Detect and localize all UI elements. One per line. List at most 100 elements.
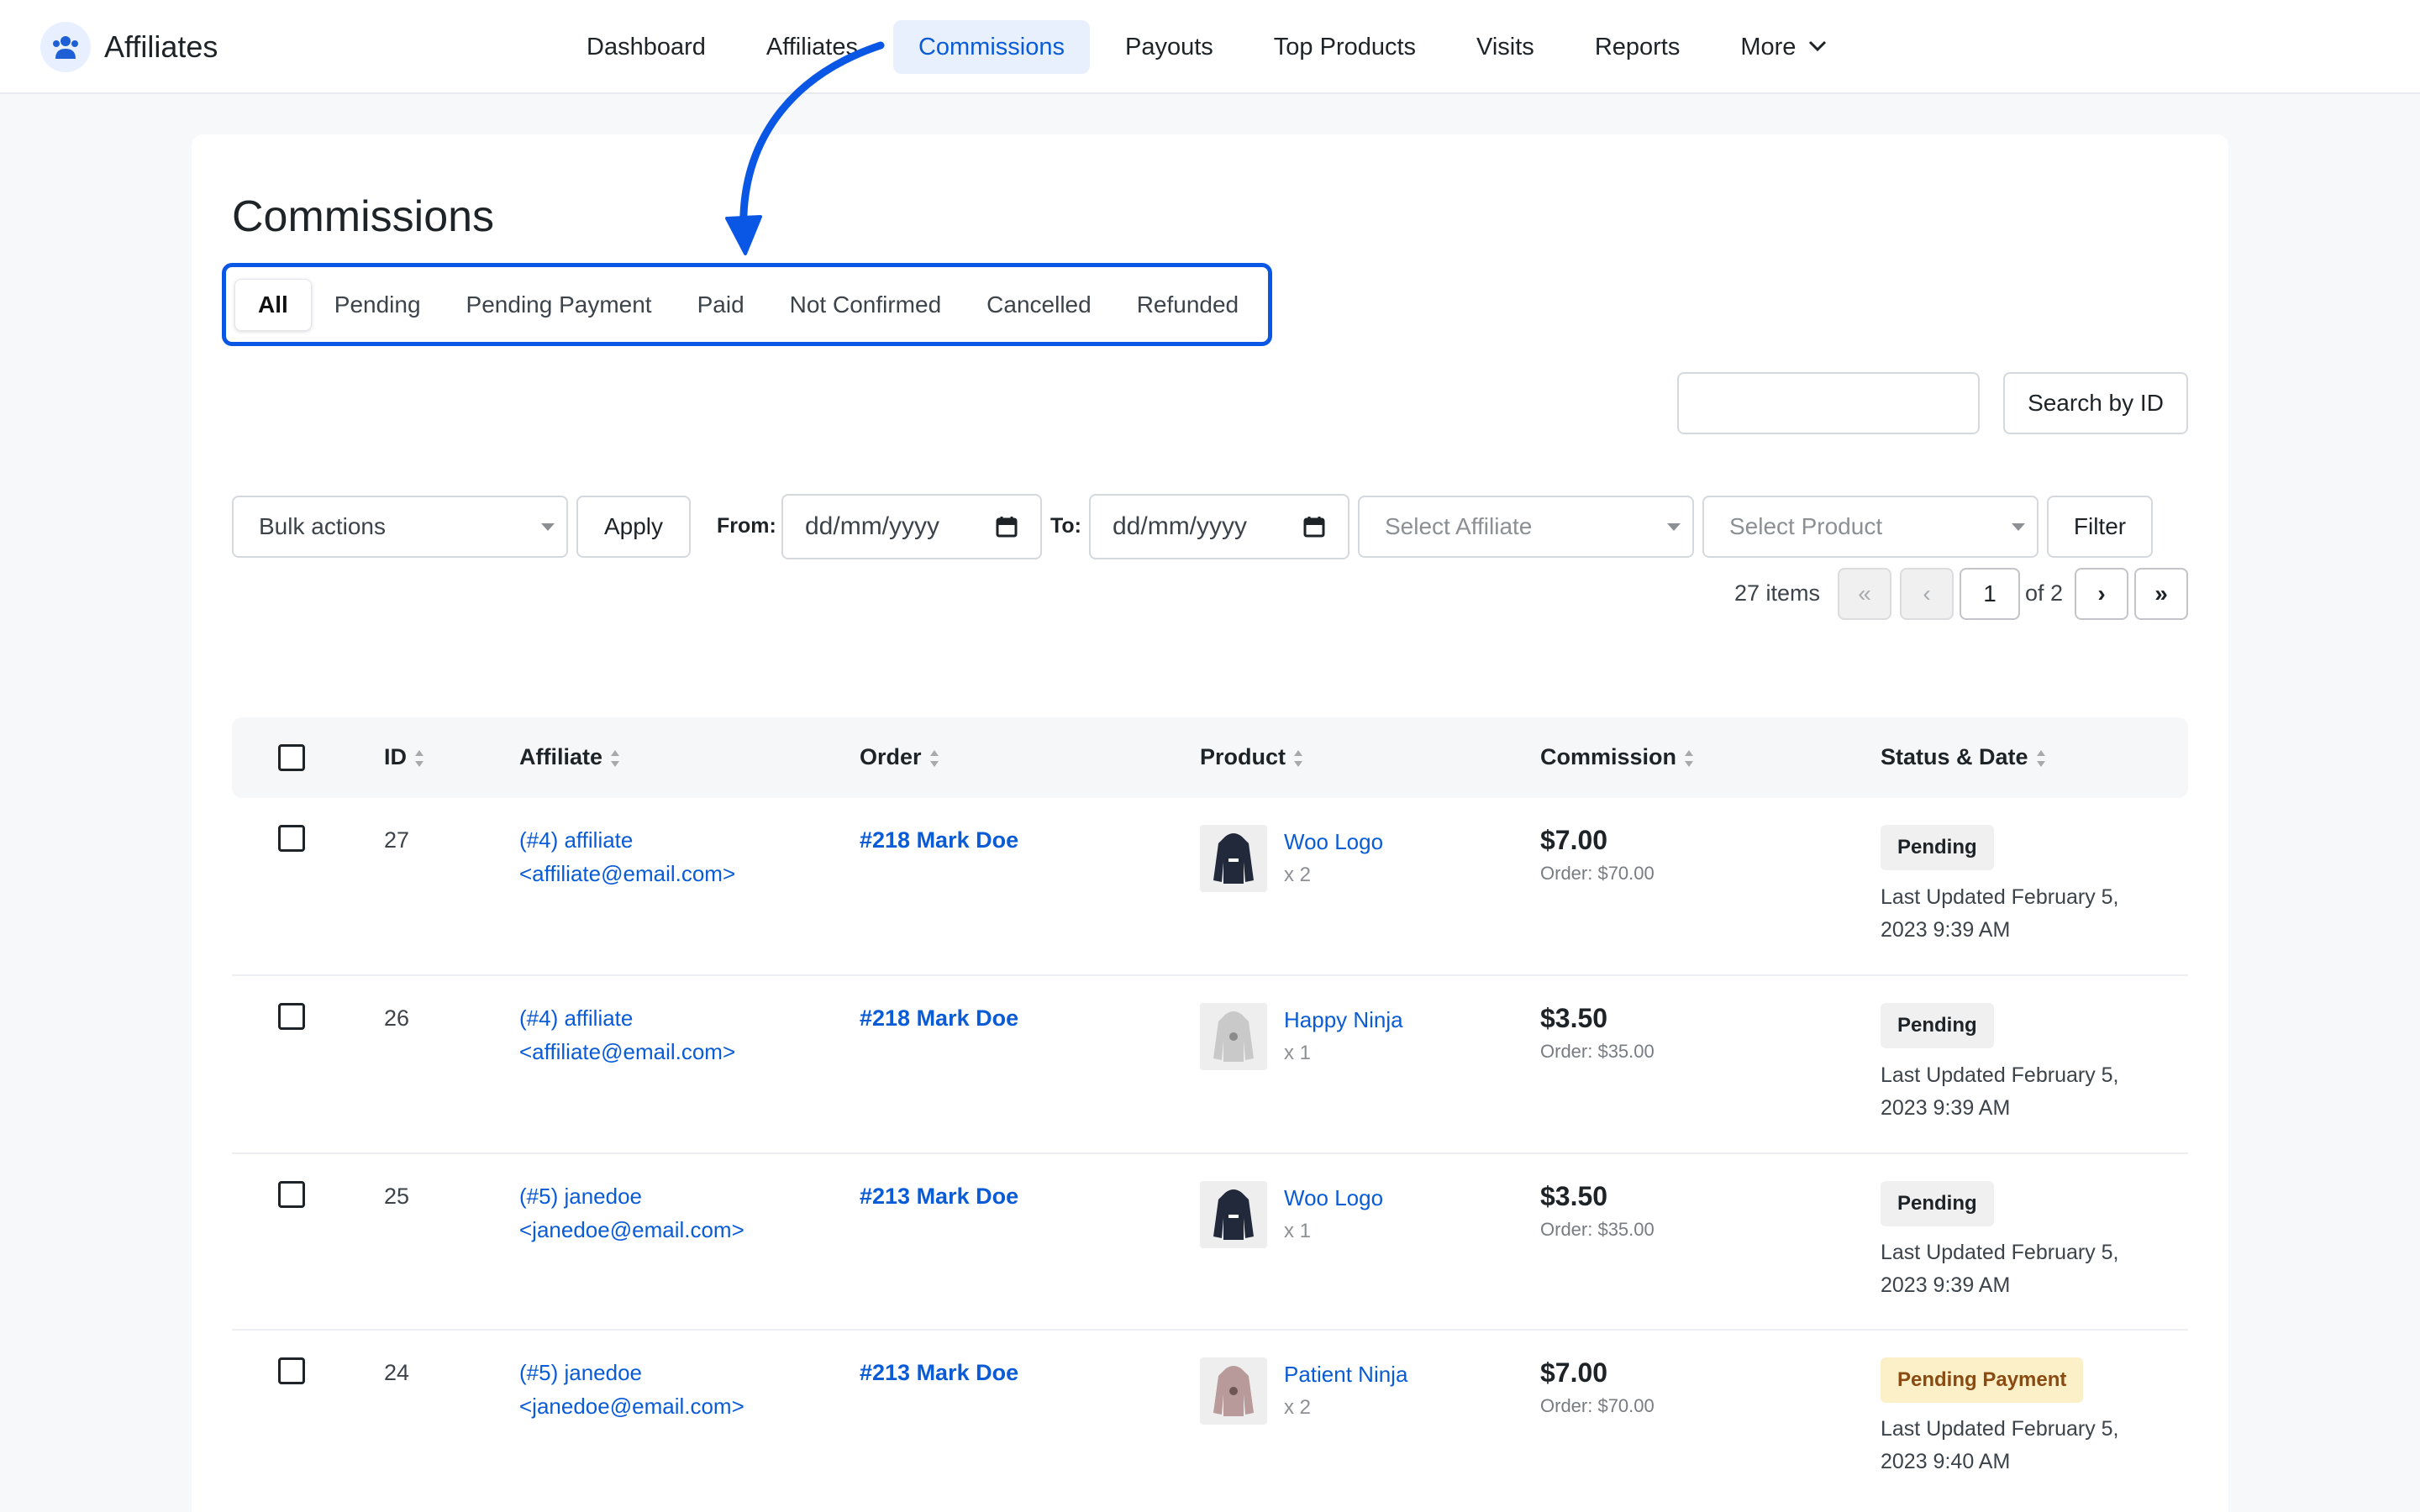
order-link[interactable]: #213 Mark Doe (860, 1356, 1018, 1389)
affiliate-link[interactable]: (#5) janedoe <janedoe@email.com> (519, 1179, 744, 1247)
first-page-button[interactable]: « (1838, 568, 1891, 620)
sort-icon (1685, 749, 1694, 767)
commission-amount: $7.00 (1540, 825, 1608, 855)
nav-commissions[interactable]: Commissions (892, 20, 1090, 74)
row-id: 27 (384, 827, 410, 853)
header-status-date[interactable]: Status & Date (1881, 744, 2047, 770)
last-updated-line2: 2023 9:39 AM (1881, 918, 2011, 942)
nav-more[interactable]: More (1715, 20, 1851, 74)
caret-down-icon (2012, 523, 2025, 531)
row-checkbox[interactable] (278, 1357, 305, 1384)
select-all-checkbox[interactable] (278, 744, 305, 771)
select-product-dropdown[interactable]: Select Product (1702, 496, 2039, 558)
app-title: Affiliates (104, 29, 218, 64)
header-affiliate-label: Affiliate (519, 744, 603, 769)
row-checkbox[interactable] (278, 1181, 305, 1208)
product-link[interactable]: Woo Logo (1284, 825, 1383, 858)
product-qty: x 1 (1284, 1042, 1312, 1064)
bulk-actions-select[interactable]: Bulk actions (232, 496, 568, 558)
order-link[interactable]: #218 Mark Doe (860, 1001, 1018, 1035)
nav-top-products[interactable]: Top Products (1249, 20, 1441, 74)
last-updated: Last Updated February 5, 2023 9:39 AM (1881, 1236, 2119, 1302)
chevron-down-icon (1808, 41, 1826, 52)
tab-not-confirmed[interactable]: Not Confirmed (767, 280, 965, 330)
last-page-button[interactable]: » (2134, 568, 2188, 620)
product-thumbnail[interactable] (1200, 825, 1267, 892)
next-page-button[interactable]: › (2075, 568, 2128, 620)
row-divider (232, 1329, 2188, 1331)
product-link[interactable]: Woo Logo (1284, 1181, 1383, 1215)
product-thumbnail[interactable] (1200, 1181, 1267, 1248)
order-total: Order: $35.00 (1540, 1219, 1655, 1240)
order-total: Order: $70.00 (1540, 1395, 1655, 1416)
search-by-id-button[interactable]: Search by ID (2003, 372, 2188, 434)
row-checkbox[interactable] (278, 1003, 305, 1030)
tab-refunded[interactable]: Refunded (1114, 280, 1261, 330)
sort-icon (1294, 749, 1303, 767)
nav-more-label: More (1740, 34, 1797, 60)
product-info: Patient Ninja x 2 (1284, 1357, 1407, 1425)
affiliate-email: <janedoe@email.com> (519, 1394, 744, 1419)
last-updated: Last Updated February 5, 2023 9:40 AM (1881, 1413, 2119, 1478)
apply-button[interactable]: Apply (576, 496, 691, 558)
header-affiliate[interactable]: Affiliate (519, 744, 621, 770)
product-info: Happy Ninja x 1 (1284, 1003, 1403, 1070)
status-badge: Pending (1881, 825, 1994, 870)
product-info: Woo Logo x 1 (1284, 1181, 1383, 1248)
affiliate-name: (#5) janedoe (519, 1184, 642, 1209)
select-product-placeholder: Select Product (1729, 513, 1883, 539)
filter-button[interactable]: Filter (2047, 496, 2153, 558)
to-date-input[interactable]: dd/mm/yyyy (1089, 494, 1349, 559)
last-updated-line2: 2023 9:40 AM (1881, 1450, 2011, 1473)
from-label: From: (717, 514, 776, 538)
search-id-input[interactable] (1677, 372, 1980, 434)
nav-visits[interactable]: Visits (1451, 20, 1560, 74)
nav-reports[interactable]: Reports (1570, 20, 1706, 74)
prev-page-button[interactable]: ‹ (1900, 568, 1954, 620)
product-link[interactable]: Patient Ninja (1284, 1357, 1407, 1391)
affiliate-email: <affiliate@email.com> (519, 861, 736, 886)
affiliate-link[interactable]: (#5) janedoe <janedoe@email.com> (519, 1356, 744, 1423)
affiliate-link[interactable]: (#4) affiliate <affiliate@email.com> (519, 1001, 735, 1068)
main-nav: Dashboard Affiliates Commissions Payouts… (561, 20, 1862, 74)
row-checkbox[interactable] (278, 825, 305, 852)
product-info: Woo Logo x 2 (1284, 825, 1383, 892)
row-id: 26 (384, 1005, 410, 1031)
order-link[interactable]: #218 Mark Doe (860, 823, 1018, 857)
product-qty: x 1 (1284, 1220, 1312, 1242)
product-qty: x 2 (1284, 864, 1312, 886)
commission-cell: $7.00 Order: $70.00 (1540, 1356, 1655, 1423)
order-total: Order: $70.00 (1540, 863, 1655, 884)
commission-cell: $3.50 Order: $35.00 (1540, 1179, 1655, 1247)
nav-affiliates[interactable]: Affiliates (741, 20, 883, 74)
header-id[interactable]: ID (384, 744, 425, 770)
tab-paid[interactable]: Paid (675, 280, 767, 330)
product-thumbnail[interactable] (1200, 1003, 1267, 1070)
header-commission[interactable]: Commission (1540, 744, 1695, 770)
from-date-input[interactable]: dd/mm/yyyy (781, 494, 1042, 559)
tab-cancelled[interactable]: Cancelled (964, 280, 1114, 330)
affiliate-name: (#5) janedoe (519, 1360, 642, 1385)
brand[interactable]: Affiliates (40, 22, 218, 72)
product-link[interactable]: Happy Ninja (1284, 1003, 1403, 1037)
product-thumbnail[interactable] (1200, 1357, 1267, 1425)
header-product[interactable]: Product (1200, 744, 1304, 770)
sort-icon (2036, 749, 2045, 767)
row-divider (232, 1152, 2188, 1154)
header-order[interactable]: Order (860, 744, 940, 770)
affiliate-link[interactable]: (#4) affiliate <affiliate@email.com> (519, 823, 735, 890)
header-status-date-label: Status & Date (1881, 744, 2028, 769)
tab-pending-payment[interactable]: Pending Payment (444, 280, 675, 330)
last-updated-line1: Last Updated February 5, (1881, 1417, 2119, 1441)
row-id: 25 (384, 1184, 410, 1209)
tab-all[interactable]: All (234, 278, 312, 331)
select-affiliate-placeholder: Select Affiliate (1385, 513, 1533, 539)
order-link[interactable]: #213 Mark Doe (860, 1179, 1018, 1213)
select-affiliate-dropdown[interactable]: Select Affiliate (1358, 496, 1694, 558)
tab-pending[interactable]: Pending (312, 280, 444, 330)
page-total: of 2 (2025, 580, 2064, 606)
current-page-input[interactable]: 1 (1960, 568, 2020, 620)
caret-down-icon (541, 523, 555, 531)
nav-dashboard[interactable]: Dashboard (561, 20, 731, 74)
nav-payouts[interactable]: Payouts (1100, 20, 1239, 74)
